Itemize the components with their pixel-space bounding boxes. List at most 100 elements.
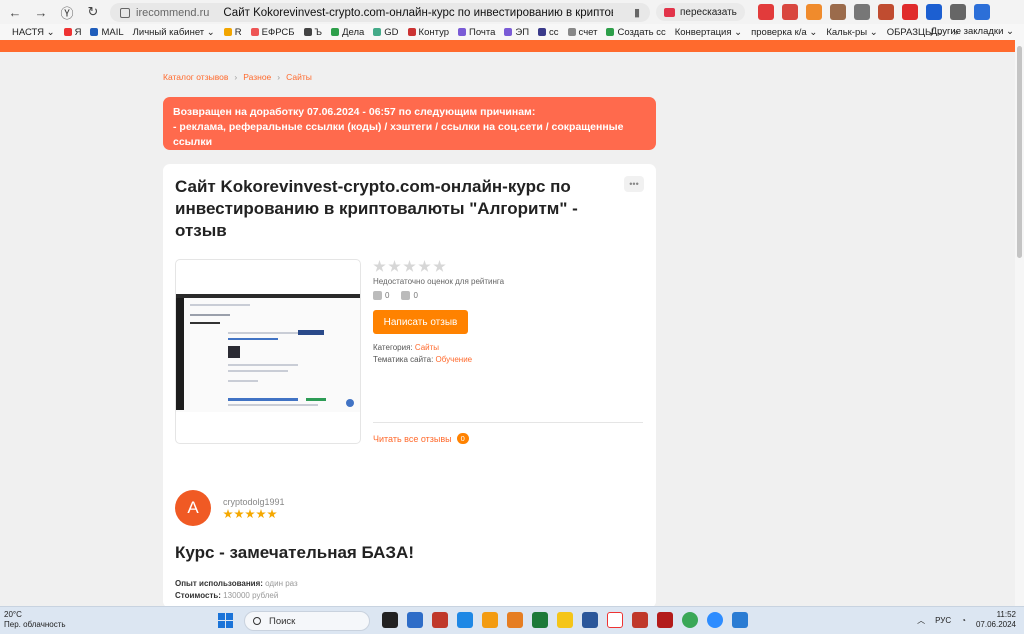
extension-icon[interactable] xyxy=(926,4,942,20)
bookmark-item[interactable]: Контур xyxy=(407,27,449,38)
app-icon[interactable] xyxy=(657,612,673,628)
bookmark-item[interactable]: проверка к/а ⌄ xyxy=(751,27,817,38)
taskbar-search[interactable]: Поиск xyxy=(244,611,370,631)
chevron-right-icon: › xyxy=(277,72,281,82)
bookmark-item[interactable]: GD xyxy=(373,27,399,38)
extension-icon[interactable] xyxy=(854,4,870,20)
bookmark-item[interactable]: Конвертация ⌄ xyxy=(675,27,742,38)
other-bookmarks[interactable]: Другие закладки ⌄ xyxy=(931,26,1014,37)
app-icon[interactable] xyxy=(482,612,498,628)
bookmark-item[interactable]: R xyxy=(223,27,242,38)
retell-icon xyxy=(664,7,675,17)
bookmark-icon[interactable]: ▮ xyxy=(634,6,640,19)
theme-link[interactable]: Обучение xyxy=(436,355,473,364)
forward-icon[interactable]: → xyxy=(30,1,52,23)
app-icon[interactable] xyxy=(732,612,748,628)
app-icon[interactable] xyxy=(457,612,473,628)
extension-icon[interactable] xyxy=(902,4,918,20)
app-icon[interactable] xyxy=(507,612,523,628)
extension-icon[interactable] xyxy=(806,4,822,20)
page-content: Каталог отзывов › Разное › Сайты Возвращ… xyxy=(0,52,1015,608)
extension-icon[interactable] xyxy=(830,4,846,20)
bookmark-item[interactable]: НАСТЯ ⌄ xyxy=(12,27,55,38)
app-icon[interactable] xyxy=(432,612,448,628)
review-card: A cryptodolg1991 Курс - замечательная БА… xyxy=(163,468,656,608)
scrollbar-thumb[interactable] xyxy=(1017,46,1022,258)
extension-icon[interactable] xyxy=(878,4,894,20)
alert-line-2: - реклама, реферальные ссылки (коды) / х… xyxy=(173,121,624,148)
bookmark-item[interactable]: Кальк-ры ⌄ xyxy=(826,27,877,38)
bookmark-item[interactable]: ЭП xyxy=(504,27,529,38)
star-icon[interactable] xyxy=(388,260,401,272)
breadcrumb-misc[interactable]: Разное xyxy=(243,72,271,82)
bookmark-icon xyxy=(90,28,99,36)
write-review-button[interactable]: Написать отзыв xyxy=(373,310,468,334)
bookmark-item[interactable]: ЕФРСБ xyxy=(250,27,295,38)
bookmark-icon xyxy=(223,28,232,36)
extension-icon[interactable] xyxy=(758,4,774,20)
retell-button[interactable]: пересказать xyxy=(656,3,745,21)
product-card: Сайт Kokorevinvest-crypto.com-онлайн-кур… xyxy=(163,164,656,514)
bookmark-icon xyxy=(331,28,340,36)
app-icon[interactable] xyxy=(407,612,423,628)
extension-icon[interactable] xyxy=(950,4,966,20)
excel-icon[interactable] xyxy=(532,612,548,628)
chrome-icon[interactable] xyxy=(682,612,698,628)
star-icon xyxy=(245,509,255,519)
avatar[interactable]: A xyxy=(175,490,211,526)
language-indicator[interactable]: РУС xyxy=(935,616,951,625)
bookmark-item[interactable]: счет xyxy=(567,27,597,38)
zoom-app-icon[interactable] xyxy=(707,612,723,628)
reload-icon[interactable]: ↻ xyxy=(82,1,104,23)
folder-icon[interactable] xyxy=(557,612,573,628)
back-icon[interactable]: ← xyxy=(4,1,26,23)
extension-icon[interactable] xyxy=(782,4,798,20)
chevron-up-icon[interactable]: ︿ xyxy=(917,615,925,626)
url-domain: irecommend.ru xyxy=(136,6,210,19)
screenshot-preview xyxy=(176,294,360,412)
star-icon[interactable] xyxy=(418,260,431,272)
bookmark-item[interactable]: MAIL xyxy=(90,27,124,38)
dislike-button[interactable]: 0 xyxy=(401,291,418,301)
page-scrollbar[interactable] xyxy=(1015,40,1024,606)
address-bar[interactable]: irecommend.ru Сайт Kokorevinvest-crypto.… xyxy=(110,3,650,22)
app-icon[interactable] xyxy=(632,612,648,628)
rating-stars[interactable] xyxy=(373,260,504,273)
bookmark-icon xyxy=(538,28,547,36)
product-meta: Категория: Сайты Тематика сайта: Обучени… xyxy=(373,343,473,364)
bookmark-item[interactable]: Я xyxy=(63,27,81,38)
like-button[interactable]: 0 xyxy=(373,291,389,301)
alert-line-1: Возвращен на доработку 07.06.2024 - 06:5… xyxy=(173,106,536,118)
zoom-icon[interactable] xyxy=(346,399,354,407)
bookmark-item[interactable]: Ъ xyxy=(303,27,322,38)
bookmark-item[interactable]: cc xyxy=(538,27,559,38)
read-all-reviews-link[interactable]: Читать все отзывы 0 xyxy=(373,433,469,444)
review-title: Курс - замечательная БАЗА! xyxy=(175,543,414,562)
star-icon[interactable] xyxy=(403,260,416,272)
word-icon[interactable] xyxy=(582,612,598,628)
more-options-button[interactable]: ••• xyxy=(624,176,644,192)
bookmark-item[interactable]: Создать сс xyxy=(606,27,666,38)
star-icon[interactable] xyxy=(373,260,386,272)
breadcrumb-sites[interactable]: Сайты xyxy=(286,72,312,82)
weather-widget[interactable]: 20°C Пер. облачность xyxy=(4,610,66,630)
yandex-browser-icon[interactable] xyxy=(607,612,623,628)
extension-icon[interactable] xyxy=(974,4,990,20)
wifi-icon[interactable]: ◔ xyxy=(961,616,966,625)
username[interactable]: cryptodolg1991 xyxy=(223,497,285,507)
bookmarks-bar: НАСТЯ ⌄ Я MAIL Личный кабинет ⌄ R ЕФРСБ … xyxy=(0,24,1024,40)
bookmark-item[interactable]: Личный кабинет ⌄ xyxy=(133,27,215,38)
bookmark-item[interactable]: Дела xyxy=(331,27,364,38)
bookmark-item[interactable]: Почта xyxy=(458,27,495,38)
votes: 0 0 xyxy=(373,291,504,301)
system-tray: ︿ РУС ◔ 11:52 07.06.2024 xyxy=(917,610,1016,630)
breadcrumb-catalog[interactable]: Каталог отзывов xyxy=(163,72,228,82)
bookmark-icon xyxy=(250,28,259,36)
app-icon[interactable] xyxy=(382,612,398,628)
category-link[interactable]: Сайты xyxy=(415,343,439,352)
windows-start-icon[interactable] xyxy=(218,613,233,628)
star-icon[interactable] xyxy=(433,260,446,272)
product-image[interactable] xyxy=(175,259,361,444)
clock[interactable]: 11:52 07.06.2024 xyxy=(976,610,1016,630)
yandex-icon[interactable]: Ⓨ xyxy=(56,1,78,23)
